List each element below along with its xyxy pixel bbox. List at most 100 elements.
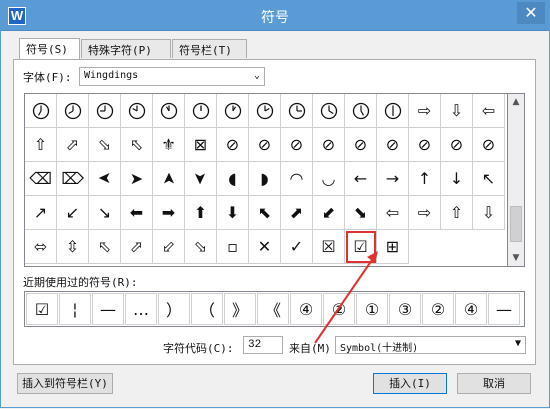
boxed-x-icon[interactable]: ☒ — [313, 230, 345, 264]
recent-symbol[interactable]: ① — [356, 293, 388, 325]
hook-1-icon[interactable]: ⊘ — [217, 128, 249, 162]
small-square-icon[interactable]: ▫ — [217, 230, 249, 264]
arrow-nw-icon[interactable]: ↖ — [473, 162, 505, 196]
arrow-ne-icon[interactable]: ↗ — [25, 196, 57, 230]
recent-symbol[interactable]: ） — [158, 293, 190, 325]
recent-symbol[interactable]: ④ — [455, 293, 487, 325]
tab-special-characters[interactable]: 特殊字符(P) — [81, 39, 171, 58]
title-bar[interactable]: W 符号 ✕ — [1, 1, 549, 31]
arrowhead-up-icon[interactable]: ➤ — [153, 162, 185, 196]
insert-to-bar-button[interactable]: 插入到符号栏(Y) — [17, 373, 113, 394]
recent-symbol[interactable]: … — [125, 293, 157, 325]
clock-5-icon[interactable] — [345, 94, 377, 128]
clock-7-icon[interactable] — [25, 94, 57, 128]
clock-1-icon[interactable] — [217, 94, 249, 128]
bold-sw-icon[interactable]: ⬋ — [313, 196, 345, 230]
recent-symbol[interactable]: ③ — [389, 293, 421, 325]
clock-4-icon[interactable] — [313, 94, 345, 128]
boxed-check-icon[interactable]: ☑ — [345, 230, 377, 264]
close-icon[interactable]: ✕ — [517, 2, 545, 24]
clock-11-icon[interactable] — [153, 94, 185, 128]
clock-2-icon[interactable] — [249, 94, 281, 128]
half-circle-up-icon[interactable]: ◠ — [281, 162, 313, 196]
arrow-tab-3-icon[interactable]: ⇦ — [473, 94, 505, 128]
hook-9-icon[interactable]: ⊘ — [473, 128, 505, 162]
scroll-up-icon[interactable]: ▲ — [508, 94, 524, 110]
hook-3-icon[interactable]: ⊘ — [281, 128, 313, 162]
check-mark-icon[interactable]: ✓ — [281, 230, 313, 264]
arrowhead-right-icon[interactable]: ➤ — [121, 162, 153, 196]
hollow-ud-icon[interactable]: ⇳ — [57, 230, 89, 264]
bold-se-icon[interactable]: ⬊ — [345, 196, 377, 230]
hook-6-icon[interactable]: ⊘ — [377, 128, 409, 162]
arrow-right-icon[interactable]: → — [377, 162, 409, 196]
hollow-se-icon[interactable]: ⬂ — [185, 230, 217, 264]
box-x-icon[interactable]: ⊠ — [185, 128, 217, 162]
half-circle-right-icon[interactable]: ◗ — [249, 162, 281, 196]
scroll-down-icon[interactable]: ▼ — [508, 250, 524, 266]
tab-symbol-bar[interactable]: 符号栏(T) — [172, 39, 247, 58]
recent-symbol[interactable]: ☑ — [26, 293, 58, 325]
arrow-tab-6-icon[interactable]: ⬂ — [89, 128, 121, 162]
clock-3-icon[interactable] — [281, 94, 313, 128]
arrow-tab-7-icon[interactable]: ⬁ — [121, 128, 153, 162]
from-select[interactable]: Symbol(十进制) ▼ — [335, 336, 526, 354]
clock-8-icon[interactable] — [57, 94, 89, 128]
hook-5-icon[interactable]: ⊘ — [345, 128, 377, 162]
hook-8-icon[interactable]: ⊘ — [441, 128, 473, 162]
arrowhead-left-icon[interactable]: ➤ — [89, 162, 121, 196]
char-code-input[interactable]: 32 — [243, 336, 283, 354]
bold-right-icon[interactable]: ➡ — [153, 196, 185, 230]
half-circle-left-icon[interactable]: ◖ — [217, 162, 249, 196]
font-select[interactable]: Wingdings ⌄ — [79, 67, 265, 86]
arrow-sw-icon[interactable]: ↙ — [57, 196, 89, 230]
bold-ne-icon[interactable]: ⬈ — [281, 196, 313, 230]
bow-1-icon[interactable]: ⚜ — [153, 128, 185, 162]
x-mark-icon[interactable]: ✕ — [249, 230, 281, 264]
windows-logo-icon[interactable]: ⊞ — [377, 230, 409, 264]
clock-6-icon[interactable] — [377, 94, 409, 128]
recent-symbol[interactable]: — — [92, 293, 124, 325]
hook-2-icon[interactable]: ⊘ — [249, 128, 281, 162]
clock-10-icon[interactable] — [121, 94, 153, 128]
hollow-lr-icon[interactable]: ⬄ — [25, 230, 57, 264]
scroll-thumb[interactable] — [510, 206, 522, 242]
arrow-tab-5-icon[interactable]: ⬀ — [57, 128, 89, 162]
arrow-tab-4-icon[interactable]: ⇧ — [25, 128, 57, 162]
cancel-button[interactable]: 取消 — [457, 373, 531, 394]
hollow-up-icon[interactable]: ⇧ — [441, 196, 473, 230]
arrow-left-icon[interactable]: ← — [345, 162, 377, 196]
hook-4-icon[interactable]: ⊘ — [313, 128, 345, 162]
bold-down-icon[interactable]: ⬇ — [217, 196, 249, 230]
tab-symbols[interactable]: 符号(S) — [19, 38, 80, 59]
arrow-tab-2-icon[interactable]: ⇩ — [441, 94, 473, 128]
clock-9-icon[interactable] — [89, 94, 121, 128]
bold-up-icon[interactable]: ⬆ — [185, 196, 217, 230]
recent-symbol[interactable]: ② — [422, 293, 454, 325]
bold-nw-icon[interactable]: ⬉ — [249, 196, 281, 230]
half-circle-down-icon[interactable]: ◡ — [313, 162, 345, 196]
arrow-se-icon[interactable]: ↘ — [89, 196, 121, 230]
arrowhead-down-icon[interactable]: ➤ — [185, 162, 217, 196]
hollow-sw-icon[interactable]: ⬃ — [153, 230, 185, 264]
bold-left-icon[interactable]: ⬅ — [121, 196, 153, 230]
arrow-up-icon[interactable]: ↑ — [409, 162, 441, 196]
hollow-left-icon[interactable]: ⇦ — [377, 196, 409, 230]
recent-symbol[interactable]: 《 — [257, 293, 289, 325]
recent-symbol[interactable]: （ — [191, 293, 223, 325]
recent-symbol[interactable]: ④ — [290, 293, 322, 325]
grid-scrollbar[interactable]: ▲ ▼ — [508, 93, 525, 267]
hollow-down-icon[interactable]: ⇩ — [473, 196, 505, 230]
backspace-2-icon[interactable]: ⌦ — [57, 162, 89, 196]
recent-symbol[interactable]: — — [488, 293, 520, 325]
hollow-nw-icon[interactable]: ⬁ — [89, 230, 121, 264]
arrow-tab-1-icon[interactable]: ⇨ — [409, 94, 441, 128]
clock-12-icon[interactable] — [185, 94, 217, 128]
insert-button[interactable]: 插入(I) — [373, 373, 447, 394]
hollow-right-icon[interactable]: ⇨ — [409, 196, 441, 230]
recent-symbol[interactable]: ② — [323, 293, 355, 325]
hook-7-icon[interactable]: ⊘ — [409, 128, 441, 162]
recent-symbol[interactable]: ¦ — [59, 293, 91, 325]
recent-symbol[interactable]: 》 — [224, 293, 256, 325]
arrow-down-icon[interactable]: ↓ — [441, 162, 473, 196]
